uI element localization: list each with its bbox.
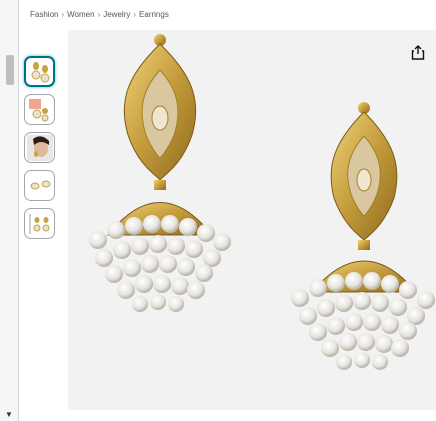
right-earring	[291, 102, 435, 370]
breadcrumb-item[interactable]: Earrings	[139, 10, 169, 19]
thumbnail-1[interactable]	[24, 56, 55, 87]
breadcrumb-item[interactable]: Women	[67, 10, 94, 19]
thumbnail-5[interactable]	[24, 208, 55, 239]
share-button[interactable]	[408, 42, 428, 62]
breadcrumb-item[interactable]: Jewelry	[103, 10, 130, 19]
breadcrumb-item[interactable]: Fashion	[30, 10, 58, 19]
flat-lay-thumb-image	[30, 180, 50, 189]
dimensions-thumb-image	[29, 213, 49, 234]
left-scroll-rail[interactable]: ▼	[0, 0, 19, 421]
breadcrumb-separator-icon: ›	[97, 10, 101, 19]
earring-box-thumb-image	[28, 98, 48, 121]
thumbnail-2[interactable]	[24, 94, 55, 125]
thumbnail-list	[24, 56, 58, 239]
left-earring	[89, 34, 231, 312]
breadcrumb-separator-icon: ›	[133, 10, 137, 19]
thumbnail-4[interactable]	[24, 170, 55, 201]
earrings-image	[89, 34, 435, 370]
scrollbar-thumb[interactable]	[6, 55, 14, 85]
model-thumb-image	[26, 134, 53, 161]
main-product-image[interactable]	[68, 30, 436, 410]
thumbnail-3[interactable]	[24, 132, 55, 163]
breadcrumb-separator-icon: ›	[61, 10, 65, 19]
earring-thumb-image	[31, 61, 49, 82]
scroll-down-arrow-icon[interactable]: ▼	[5, 410, 13, 419]
share-icon	[411, 44, 425, 60]
breadcrumb: Fashion › Women › Jewelry › Earrings	[30, 10, 169, 19]
